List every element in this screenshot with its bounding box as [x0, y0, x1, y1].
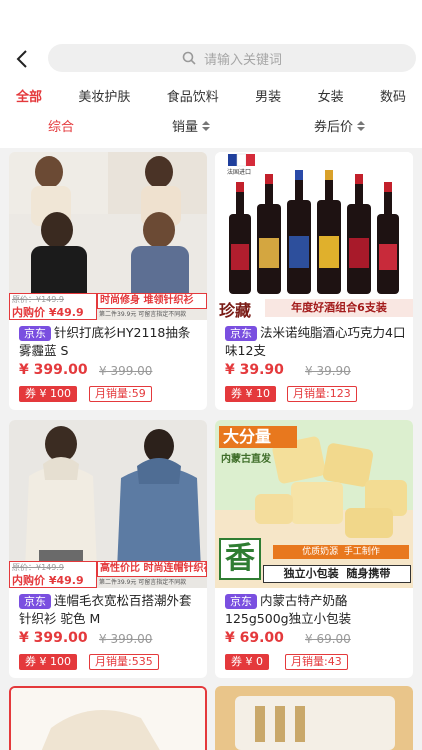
product-title-block: 京东 针织打底衫HY2118抽条雾霾蓝 S [19, 324, 201, 360]
coupon-badge: 券 ¥ 100 [19, 654, 77, 670]
sales-badge: 月销量:43 [285, 654, 348, 670]
sales-badge: 月销量:123 [287, 386, 357, 402]
image-tag-big: 大分量 [219, 426, 297, 448]
platform-badge: 京东 [19, 326, 51, 341]
tab-digital[interactable]: 数码 [380, 86, 406, 105]
product-image: 法国进口 珍藏 年度好酒组合6支装 [215, 152, 413, 320]
product-price: ¥ 69.00 [225, 630, 284, 646]
image-tag-sub: 内蒙古直发 [221, 454, 271, 465]
sales-badge: 月销量:59 [89, 386, 152, 402]
product-card-partial[interactable] [9, 686, 207, 750]
search-input[interactable]: 请输入关键词 [48, 44, 416, 72]
image-feature-2: 独立小包装 随身携带 [263, 565, 411, 583]
platform-badge: 京东 [225, 594, 257, 609]
sort-arrows-icon [202, 120, 211, 131]
tab-beauty[interactable]: 美妆护肤 [78, 86, 130, 105]
header: 请输入关键词 全部 美妆护肤 食品饮料 男装 女装 数码 综合 销量 券后价 [0, 0, 422, 148]
product-image: 原价：¥149.9 内购价 ¥49.9 时尚修身 堆领针织衫 第二件39.9元 … [9, 152, 207, 320]
product-title-block: 京东 内蒙古特产奶酪125g500g独立小包装 [225, 592, 407, 628]
original-price: ¥ 69.00 [305, 632, 351, 646]
sort-bar: 综合 销量 券后价 [0, 116, 422, 140]
tab-womenswear[interactable]: 女装 [318, 86, 344, 105]
promo-note: 第二件39.9元 可留言指定不同款 [99, 579, 187, 586]
product-image [11, 688, 205, 750]
sort-sales[interactable]: 销量 [172, 116, 211, 135]
coupon-badge: 券 ¥ 10 [225, 386, 276, 402]
product-price: ¥ 39.90 [225, 362, 284, 378]
promo-note: 第二件39.9元 可留言指定不同款 [99, 311, 187, 318]
product-price: ¥ 399.00 [19, 630, 88, 646]
sort-sales-label: 销量 [172, 120, 199, 135]
search-icon [182, 51, 196, 65]
product-price: ¥ 399.00 [19, 362, 88, 378]
platform-badge: 京东 [225, 326, 257, 341]
coupon-badge: 券 ¥ 100 [19, 386, 77, 402]
product-card-partial[interactable] [215, 686, 413, 750]
tab-all[interactable]: 全部 [16, 86, 42, 105]
platform-badge: 京东 [19, 594, 51, 609]
image-big-char: 香 [219, 538, 261, 580]
sort-coupon-price[interactable]: 券后价 [314, 116, 366, 135]
original-price: ¥ 399.00 [99, 364, 153, 378]
image-banner: 年度好酒组合6支装 [265, 299, 413, 317]
product-image: 大分量 内蒙古直发 香 优质奶源 手工制作 独立小包装 随身携带 [215, 420, 413, 588]
promo-price: 内购价 ¥49.9 [12, 574, 84, 587]
product-image [215, 686, 413, 750]
product-card[interactable]: 原价：¥149.9 内购价 ¥49.9 高性价比 时尚连帽针织衫 第二件39.9… [9, 420, 207, 678]
product-card[interactable]: 法国进口 珍藏 年度好酒组合6支装 京东 法米诺纯脂酒心巧克力4口味12支 ¥ 3… [215, 152, 413, 410]
product-title-block: 京东 法米诺纯脂酒心巧克力4口味12支 [225, 324, 407, 360]
image-feature-1: 优质奶源 手工制作 [273, 545, 409, 559]
product-title-block: 京东 连帽毛衣宽松百搭潮外套针织衫 驼色 M [19, 592, 201, 628]
image-banner-left: 珍藏 [219, 301, 252, 320]
product-card[interactable]: 原价：¥149.9 内购价 ¥49.9 时尚修身 堆领针织衫 第二件39.9元 … [9, 152, 207, 410]
tab-menswear[interactable]: 男装 [255, 86, 281, 105]
sort-comprehensive-label: 综合 [48, 120, 75, 135]
back-arrow-icon[interactable] [12, 48, 34, 70]
origin-badge: 法国进口 [227, 169, 252, 176]
product-image: 原价：¥149.9 内购价 ¥49.9 高性价比 时尚连帽针织衫 第二件39.9… [9, 420, 207, 588]
image-banner: 时尚修身 堆领针织衫 [97, 293, 207, 309]
image-banner: 高性价比 时尚连帽针织衫 [97, 561, 207, 577]
category-tabs: 全部 美妆护肤 食品饮料 男装 女装 数码 [0, 82, 422, 108]
sales-badge: 月销量:535 [89, 654, 159, 670]
coupon-badge: 券 ¥ 0 [225, 654, 269, 670]
original-price: ¥ 399.00 [99, 632, 153, 646]
sort-arrows-icon [357, 120, 366, 131]
sort-coupon-price-label: 券后价 [314, 120, 354, 135]
product-card[interactable]: 大分量 内蒙古直发 香 优质奶源 手工制作 独立小包装 随身携带 京东 内蒙古特产… [215, 420, 413, 678]
promo-price: 内购价 ¥49.9 [12, 306, 84, 319]
original-price: ¥ 39.90 [305, 364, 351, 378]
search-placeholder: 请输入关键词 [203, 52, 282, 68]
sort-comprehensive[interactable]: 综合 [48, 116, 74, 135]
tab-food[interactable]: 食品饮料 [167, 86, 219, 105]
